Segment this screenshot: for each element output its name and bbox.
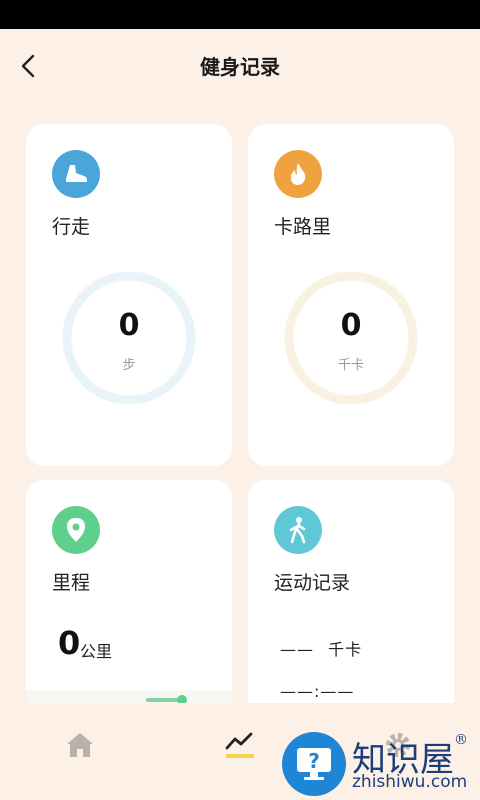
steps-value: 0 [118, 308, 140, 343]
record-time: ——:—— [280, 682, 355, 701]
watermark-registered-mark: ® [454, 732, 468, 748]
tab-chart[interactable] [222, 727, 258, 763]
page-title: 健身记录 [200, 55, 280, 79]
distance-label: 里程 [52, 572, 91, 594]
record-calories: —— 千卡 [280, 636, 362, 660]
exercise-record-card[interactable]: 运动记录 —— 千卡 ——:—— [248, 480, 454, 720]
calorie-unit: 千卡 [337, 358, 364, 373]
watermark-logo: ? 知识屋® zhishiwu.com [282, 728, 480, 800]
calorie-label: 卡路里 [274, 216, 332, 238]
svg-text:?: ? [308, 749, 320, 773]
tab-home[interactable] [62, 727, 98, 763]
home-icon [67, 733, 93, 757]
calorie-card[interactable]: 卡路里 0 千卡 [248, 124, 454, 466]
location-pin-icon [52, 506, 100, 554]
header: 健身记录 [0, 29, 480, 103]
exercise-record-label: 运动记录 [274, 572, 351, 594]
record-calories-value: —— [280, 640, 314, 659]
calorie-value: 0 [340, 308, 362, 343]
walk-label: 行走 [52, 216, 91, 238]
distance-unit: 公里 [80, 642, 113, 661]
flame-icon [274, 150, 322, 198]
walk-card[interactable]: 行走 0 步 [26, 124, 232, 466]
status-bar [0, 0, 480, 29]
steps-unit: 步 [122, 358, 136, 373]
watermark-domain: zhishiwu.com [352, 772, 468, 792]
distance-value: 0 [58, 624, 81, 662]
distance-card[interactable]: 里程 0 公里 [26, 480, 232, 720]
record-calories-unit: 千卡 [328, 640, 363, 659]
steps-ring: 0 步 [59, 272, 199, 404]
calorie-ring: 0 千卡 [281, 272, 421, 404]
watermark-monitor-icon: ? [282, 732, 346, 796]
walking-person-icon [274, 506, 322, 554]
shoe-icon [52, 150, 100, 198]
chart-icon [225, 732, 254, 758]
